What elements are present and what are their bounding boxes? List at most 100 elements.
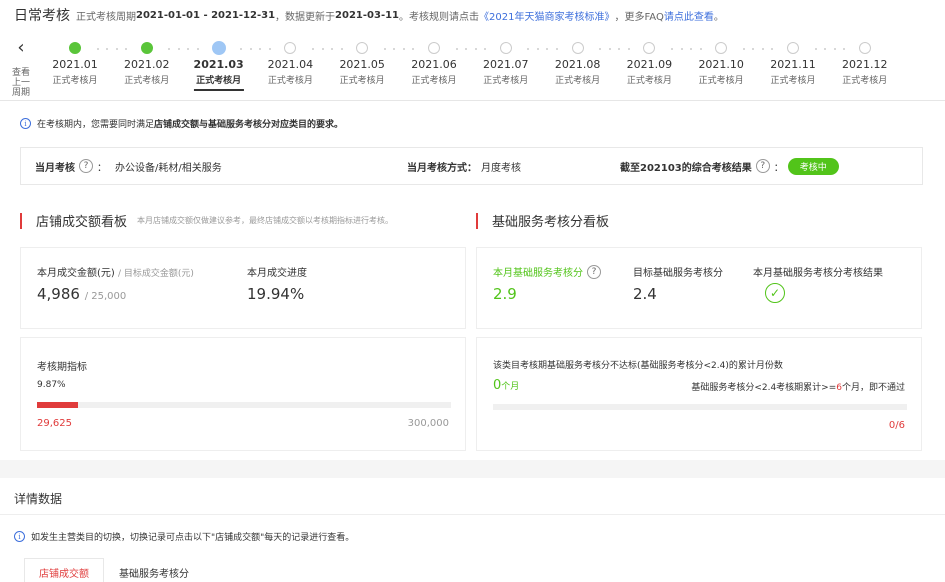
timeline-month-2021.03[interactable]: 2021.03 正式考核月 <box>193 58 244 91</box>
timeline-dot-2021.07[interactable] <box>499 42 512 54</box>
timeline-month-2021.05[interactable]: 2021.05 正式考核月 <box>339 58 385 86</box>
divider <box>0 514 945 515</box>
notice-prefix: 在考核期内，您需要同时满足 <box>37 120 155 130</box>
month-label: 2021.04 <box>267 58 314 71</box>
sales-period-card: 考核期指标 9.87% 29,625 300,000 <box>20 337 466 451</box>
faq-suffix: 。 <box>713 11 724 23</box>
status-badge: 考核中 <box>787 157 839 175</box>
timeline-separator <box>814 48 817 50</box>
sales-progress-block: 本月成交进度 19.94% <box>247 264 307 303</box>
timeline-dot-2021.08[interactable] <box>571 42 584 54</box>
amount-label: 本月成交金额(元) <box>37 268 115 279</box>
timeline-separator <box>484 48 487 50</box>
fail-unit: 个月 <box>501 382 520 392</box>
tab-sales[interactable]: 店铺成交额 <box>24 558 104 582</box>
timeline-month-2021.06[interactable]: 2021.06 正式考核月 <box>411 58 457 86</box>
detail-title: 详情数据 <box>14 492 63 506</box>
help-icon[interactable]: ? <box>587 264 601 279</box>
rule-prefix: 。考核规则请点击 <box>399 11 480 23</box>
timeline-separator <box>608 48 611 50</box>
month-type-label: 正式考核月 <box>193 73 244 91</box>
timeline-separator <box>455 48 458 50</box>
help-icon[interactable]: ? <box>79 159 93 173</box>
timeline-dot-2021.11[interactable] <box>787 42 799 54</box>
timeline-separator <box>752 48 755 50</box>
faq-link[interactable]: 请点此查看 <box>664 8 714 23</box>
timeline-separator <box>393 48 396 50</box>
fail-description: 该类目考核期基础服务考核分不达标(基础服务考核分<2.4)的累计月份数 <box>493 361 783 371</box>
period-prefix: 正式考核周期 <box>76 11 136 23</box>
timeline-month-2021.04[interactable]: 2021.04 正式考核月 <box>268 58 314 86</box>
period-timeline: ‹ 查看上一周期 2021.01 正式考核月 2021.02 正式考核月 2021.03… <box>0 30 945 100</box>
timeline-dot-2021.03[interactable] <box>211 41 226 55</box>
sales-amount-block: 本月成交金额(元) / 目标成交金额(元) 4,986 / 25,000 <box>37 264 194 303</box>
score-label: 本月基础服务考核分 <box>493 268 583 279</box>
period-progress-track <box>37 402 451 408</box>
timeline-separator <box>412 48 415 50</box>
timeline-month-2021.02[interactable]: 2021.02 正式考核月 <box>124 58 170 86</box>
fail-rule-suffix: 个月，即不通过 <box>841 383 905 393</box>
target-amount-value: / 25,000 <box>84 291 127 302</box>
sales-board-heading: 店铺成交额看板 <box>36 215 128 230</box>
month-type-label: 正式考核月 <box>52 76 98 86</box>
timeline-separator <box>268 48 271 50</box>
month-label: 2021.11 <box>770 58 816 71</box>
timeline-separator <box>556 48 559 50</box>
timeline-dot-2021.04[interactable] <box>284 42 297 54</box>
timeline-dot-2021.09[interactable] <box>643 42 656 54</box>
timeline-separator <box>115 48 118 50</box>
timeline-dot-2021.06[interactable] <box>428 42 440 54</box>
timeline-month-2021.07[interactable]: 2021.07 正式考核月 <box>483 58 529 86</box>
info-icon: i <box>14 531 25 542</box>
timeline-month-2021.09[interactable]: 2021.09 正式考核月 <box>627 58 673 86</box>
timeline-separator <box>546 48 549 50</box>
service-period-card: 该类目考核期基础服务考核分不达标(基础服务考核分<2.4)的累计月份数 0个月 … <box>476 337 922 451</box>
timeline-separator <box>599 48 602 50</box>
sales-board-subtitle: 本月店铺成交额仅做建议参考，最终店铺成交额以考核期指标进行考核。 <box>137 216 394 225</box>
timeline-dot-2021.10[interactable] <box>715 42 728 54</box>
rule-link[interactable]: 《2021年天猫商家考核标准》 <box>479 8 614 23</box>
timeline-separator <box>125 48 128 50</box>
timeline-dot-2021.02[interactable] <box>140 42 153 54</box>
detail-note-text: 如发生主营类目的切换，切换记录可点击以下"店铺成交额"每天的记录进行查看。 <box>31 533 355 543</box>
timeline-separator <box>168 48 171 50</box>
timeline-month-2021.12[interactable]: 2021.12 正式考核月 <box>842 58 888 86</box>
timeline-separator <box>402 48 405 50</box>
faq-prefix: ，更多FAQ <box>614 11 664 23</box>
accent-bar <box>20 212 22 229</box>
timeline-separator <box>833 48 836 50</box>
service-target-block: 目标基础服务考核分 2.4 <box>633 264 723 303</box>
timeline-separator <box>699 48 702 50</box>
main-panel: i 在考核期内，您需要同时满足 店铺成交额与基础服务考核分对应类目的要求。 当月… <box>0 101 945 460</box>
service-month-card: 本月基础服务考核分? 2.9 目标基础服务考核分 2.4 本月基础服务考核分考核… <box>476 247 922 329</box>
updated-value: 2021-03-11 <box>335 9 400 21</box>
timeline-dot-2021.05[interactable] <box>356 42 369 54</box>
sales-month-card: 本月成交金额(元) / 目标成交金额(元) 4,986 / 25,000 本月成… <box>20 247 466 329</box>
timeline-separator <box>680 48 683 50</box>
tab-service-score[interactable]: 基础服务考核分 <box>104 558 204 582</box>
period-percent: 9.87% <box>37 380 66 390</box>
target-score-value: 2.4 <box>633 285 657 303</box>
progress-label: 本月成交进度 <box>247 268 307 279</box>
month-label: 2021.10 <box>698 58 744 71</box>
month-label: 2021.12 <box>842 58 888 71</box>
colon: ： <box>97 162 107 174</box>
timeline-separator <box>536 48 539 50</box>
timeline-dot-2021.12[interactable] <box>858 42 871 54</box>
timeline-month-2021.10[interactable]: 2021.10 正式考核月 <box>698 58 744 86</box>
timeline-separator <box>311 48 314 50</box>
month-label: 2021.06 <box>411 58 457 71</box>
help-icon[interactable]: ? <box>755 159 770 173</box>
timeline-dot-2021.01[interactable] <box>69 42 81 54</box>
timeline-month-2021.01[interactable]: 2021.01 正式考核月 <box>52 58 98 86</box>
detail-note: i 如发生主营类目的切换，切换记录可点击以下"店铺成交额"每天的记录进行查看。 <box>14 530 354 543</box>
fail-rule-prefix: 基础服务考核分<2.4考核期累计>= <box>691 383 837 393</box>
timeline-separator <box>465 48 468 50</box>
timeline-month-2021.11[interactable]: 2021.11 正式考核月 <box>770 58 816 86</box>
month-label: 2021.03 <box>193 58 244 71</box>
timeline-month-2021.08[interactable]: 2021.08 正式考核月 <box>555 58 601 86</box>
month-assessment-value: 办公设备/耗材/相关服务 <box>115 162 222 174</box>
period-current-value: 29,625 <box>37 418 72 429</box>
timeline-separator <box>474 48 477 50</box>
timeline-separator <box>240 48 243 50</box>
